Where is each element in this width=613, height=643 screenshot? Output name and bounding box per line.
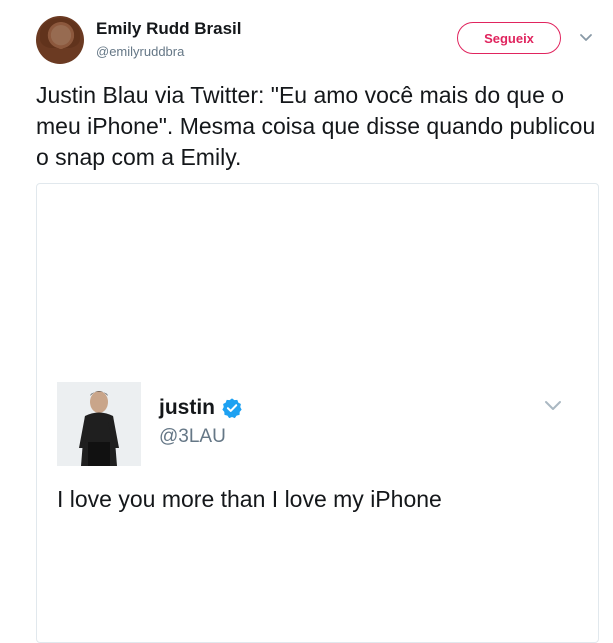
embedded-display-name: justin [159,396,243,420]
embedded-name-label: justin [159,396,215,419]
author-handle[interactable]: @emilyruddbra [96,44,184,59]
chevron-down-icon[interactable] [578,32,594,44]
verified-badge-icon [222,398,242,419]
author-avatar[interactable] [36,16,84,64]
embedded-avatar [57,382,141,466]
person-silhouette-icon [57,382,141,466]
embedded-tweet-text: I love you more than I love my iPhone [57,486,442,512]
author-display-name[interactable]: Emily Rudd Brasil [96,19,241,39]
chevron-down-icon [545,401,561,410]
tweet-text: Justin Blau via Twitter: "Eu amo você ma… [36,82,596,170]
tweet: Emily Rudd Brasil @emilyruddbra Segueix … [0,0,613,643]
avatar-hair [40,18,80,48]
embedded-screenshot[interactable]: justin @3LAU I love you more than I love… [36,183,599,643]
embedded-handle: @3LAU [159,426,226,447]
follow-button[interactable]: Segueix [457,22,561,54]
